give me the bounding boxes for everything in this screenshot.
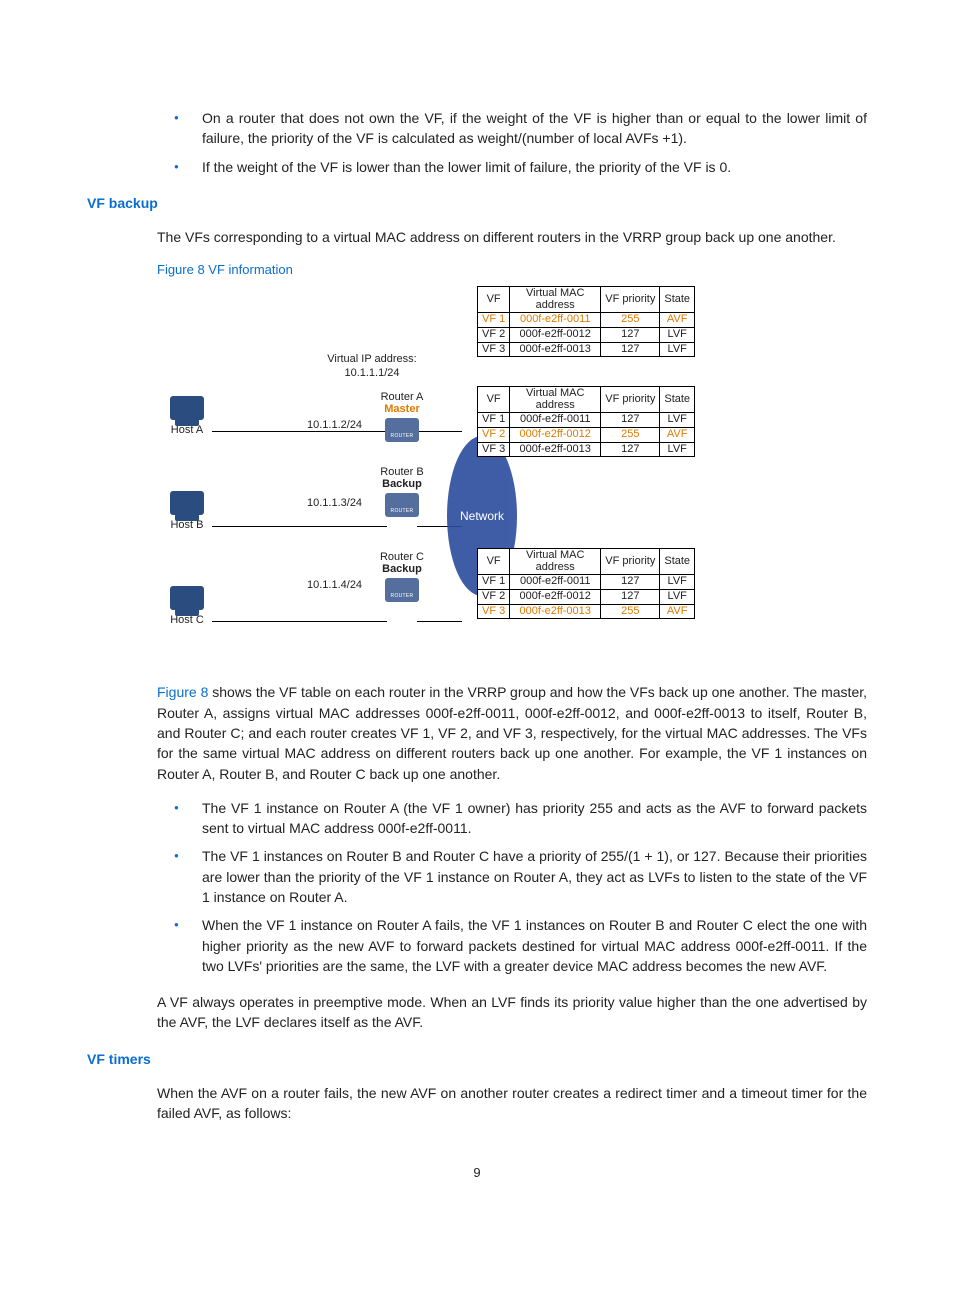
router-a: Router A Master: [367, 391, 437, 441]
vip-title: Virtual IP address:: [327, 353, 416, 365]
host-b: Host B: [157, 491, 217, 534]
paragraph-text: shows the VF table on each router in the…: [157, 684, 867, 781]
figure-reference: Figure 8: [157, 684, 208, 700]
bullet-list-mid: The VF 1 instance on Router A (the VF 1 …: [157, 798, 867, 976]
router-type: Backup: [367, 478, 437, 490]
router-name: Router A: [367, 391, 437, 403]
figure-caption: Figure 8 VF information: [157, 261, 867, 280]
ip-label: 10.1.1.3/24: [307, 496, 362, 512]
vf-table-router-b: VFVirtual MAC addressVF priorityState VF…: [477, 386, 695, 457]
list-item: On a router that does not own the VF, if…: [202, 108, 867, 149]
heading-vf-timers: VF timers: [87, 1049, 867, 1069]
link-line: [417, 621, 462, 622]
cloud-label: Network: [460, 508, 504, 525]
router-type: Backup: [367, 563, 437, 575]
bullet-list-top: On a router that does not own the VF, if…: [157, 108, 867, 177]
host-a: Host A: [157, 396, 217, 439]
list-item: The VF 1 instance on Router A (the VF 1 …: [202, 798, 867, 839]
vip-value: 10.1.1.1/24: [344, 367, 399, 379]
router-b: Router B Backup: [367, 466, 437, 516]
paragraph-vf-timers: When the AVF on a router fails, the new …: [157, 1083, 867, 1124]
list-item: When the VF 1 instance on Router A fails…: [202, 915, 867, 976]
router-type: Master: [367, 403, 437, 415]
computer-icon: [170, 396, 204, 420]
page-number: 9: [87, 1164, 867, 1183]
host-c: Host C: [157, 586, 217, 629]
computer-icon: [170, 586, 204, 610]
paragraph-after-figure: Figure 8 shows the VF table on each rout…: [157, 682, 867, 783]
paragraph-preempt: A VF always operates in preemptive mode.…: [157, 992, 867, 1033]
heading-vf-backup: VF backup: [87, 193, 867, 213]
router-name: Router C: [367, 551, 437, 563]
router-icon: [385, 578, 419, 602]
ip-label: 10.1.1.4/24: [307, 578, 362, 594]
link-line: [212, 621, 387, 622]
computer-icon: [170, 491, 204, 515]
ip-label: 10.1.1.2/24: [307, 418, 362, 434]
diagram-vf-info: Host A Host B Host C Virtual IP address:…: [157, 286, 717, 666]
virtual-ip-label: Virtual IP address: 10.1.1.1/24: [312, 353, 432, 379]
router-name: Router B: [367, 466, 437, 478]
list-item: The VF 1 instances on Router B and Route…: [202, 846, 867, 907]
vf-table-router-a: VFVirtual MAC addressVF priorityState VF…: [477, 286, 695, 357]
router-icon: [385, 493, 419, 517]
link-line: [212, 526, 387, 527]
paragraph-vf-backup-intro: The VFs corresponding to a virtual MAC a…: [157, 227, 867, 247]
vf-table-router-c: VFVirtual MAC addressVF priorityState VF…: [477, 548, 695, 619]
list-item: If the weight of the VF is lower than th…: [202, 157, 867, 177]
router-c: Router C Backup: [367, 551, 437, 601]
router-icon: [385, 418, 419, 442]
